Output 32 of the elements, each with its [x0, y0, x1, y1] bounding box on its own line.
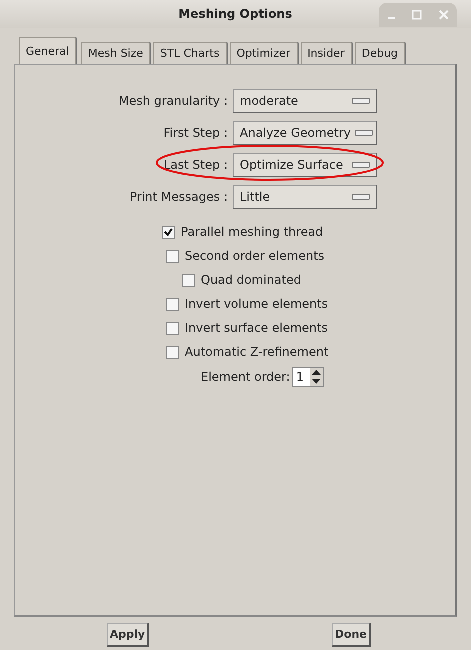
dialog-button[interactable]: Apply — [107, 623, 150, 647]
tab[interactable]: Mesh Size — [81, 42, 150, 64]
checkbox[interactable] — [162, 226, 175, 238]
dialog-button[interactable]: Done — [332, 623, 371, 647]
tab[interactable]: Insider — [300, 42, 352, 64]
field-label: Element order: — [201, 370, 290, 384]
tab[interactable]: Debug — [354, 42, 406, 64]
tab[interactable]: Optimizer — [230, 42, 298, 64]
checkbox-label: Invert volume elements — [185, 297, 328, 311]
dropdown[interactable]: Optimize Surface — [233, 153, 377, 177]
spin-arrows-icon[interactable] — [310, 368, 324, 386]
checkbox[interactable] — [166, 250, 179, 262]
dropdown[interactable]: Analyze Geometry — [233, 121, 377, 145]
field-label: First Step : — [164, 126, 228, 140]
checkbox[interactable] — [166, 298, 179, 310]
checkbox-label: Parallel meshing thread — [181, 225, 324, 239]
checkbox[interactable] — [166, 346, 179, 358]
checkbox-label: Automatic Z-refinement — [185, 345, 329, 359]
spin-box[interactable]: 1 — [292, 367, 324, 387]
dropdown[interactable]: Little — [233, 185, 377, 209]
window-title: Meshing Options — [178, 7, 292, 21]
tab[interactable]: General — [19, 37, 76, 64]
field-label: Print Messages : — [130, 190, 228, 204]
checkbox-label: Quad dominated — [201, 273, 302, 287]
tab[interactable]: STL Charts — [153, 42, 227, 64]
field-label: Last Step : — [164, 158, 228, 172]
checkbox-label: Invert surface elements — [185, 321, 328, 335]
checkbox-label: Second order elements — [185, 249, 325, 263]
dropdown[interactable]: moderate — [233, 89, 377, 113]
field-label: Mesh granularity : — [118, 94, 228, 108]
checkbox[interactable] — [166, 322, 179, 334]
checkbox[interactable] — [182, 274, 195, 286]
